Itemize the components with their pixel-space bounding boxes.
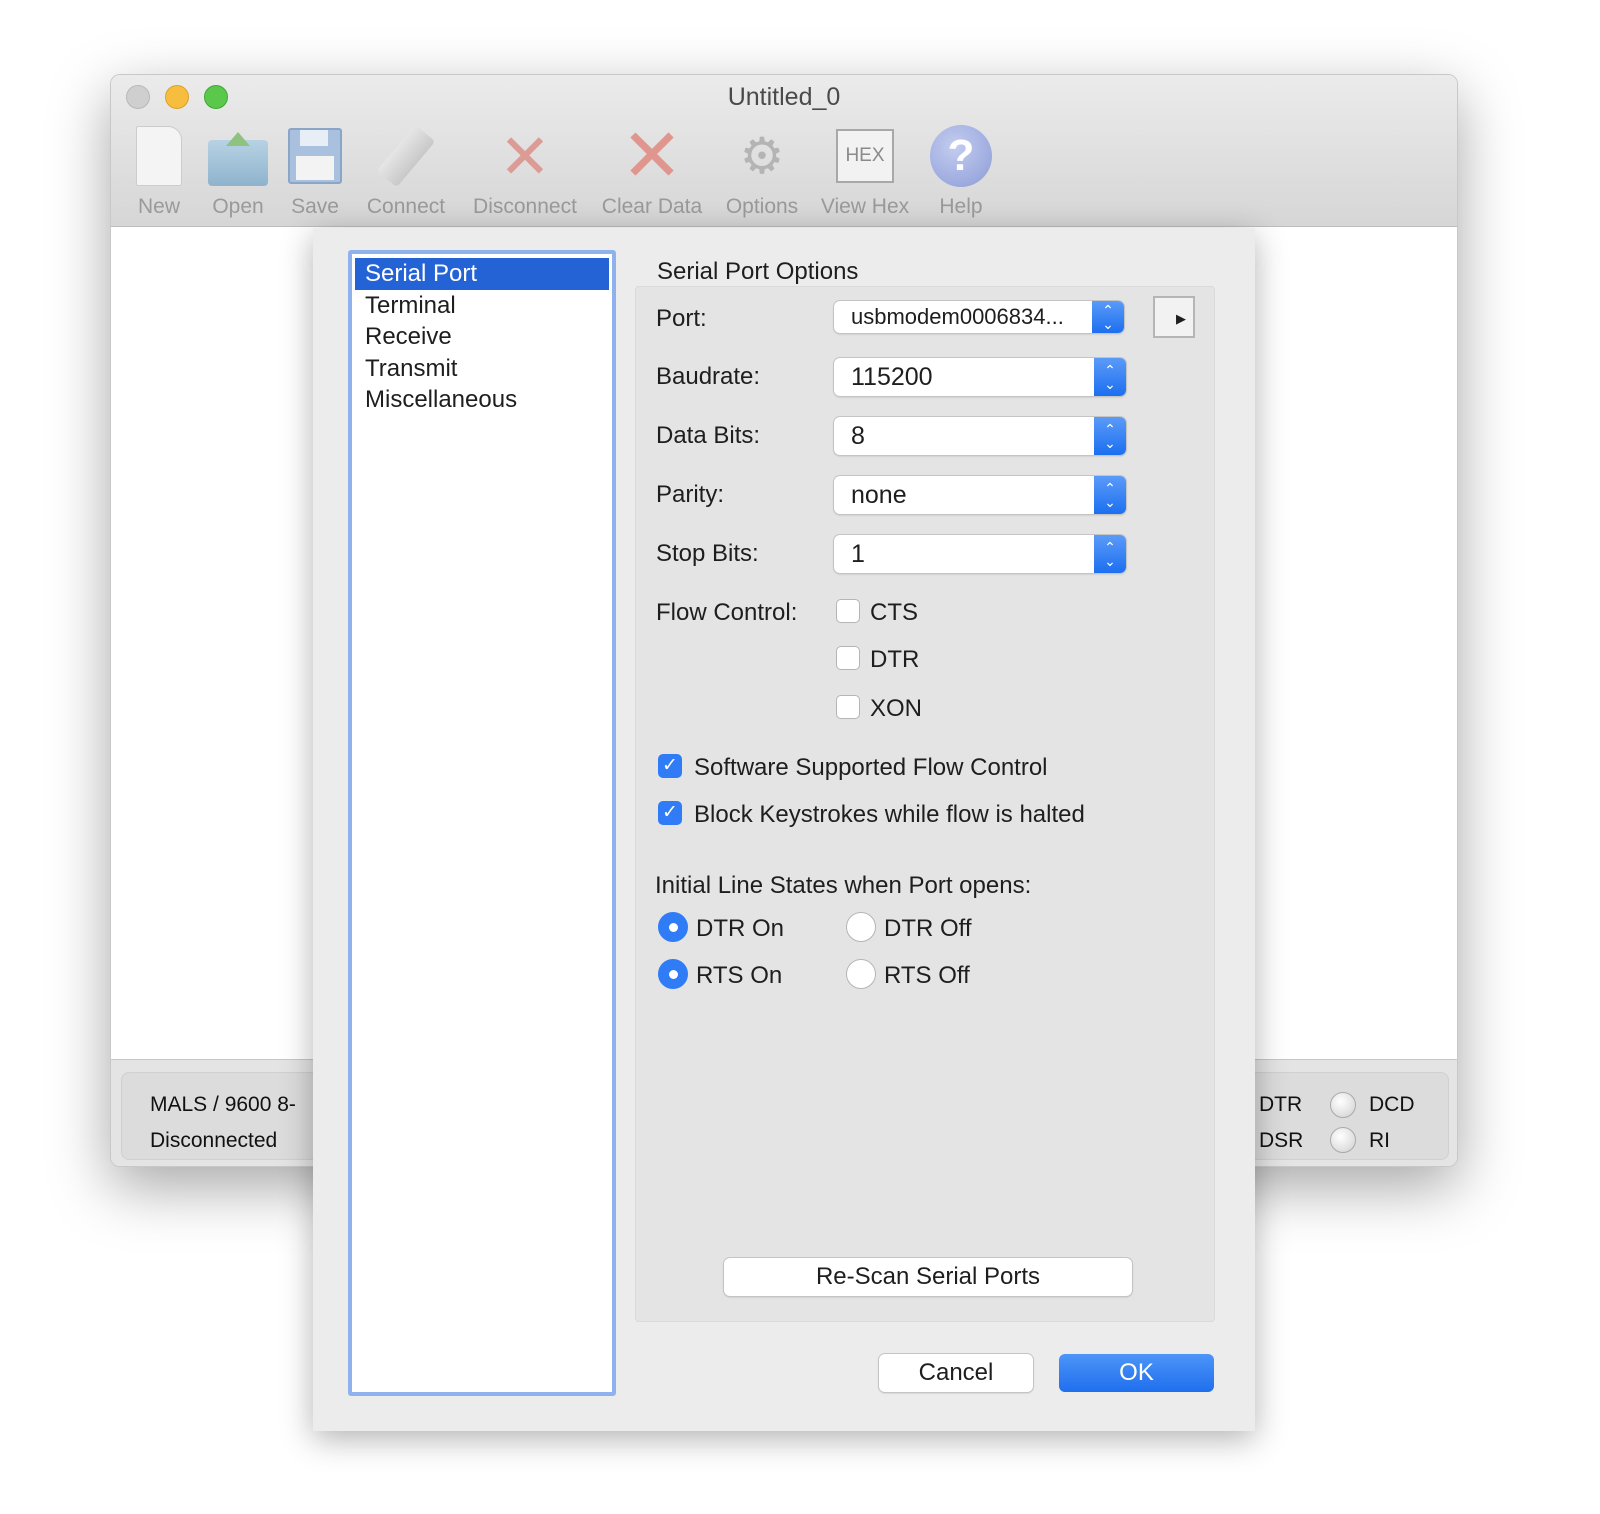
data-bits-value: 8 bbox=[851, 422, 865, 450]
select-stepper-icon: ⌃ ⌄ bbox=[1092, 301, 1124, 333]
ok-button[interactable]: OK bbox=[1059, 1354, 1214, 1392]
port-more-button[interactable]: ▶ bbox=[1153, 296, 1195, 338]
dcd-led-icon bbox=[1330, 1092, 1356, 1118]
category-receive[interactable]: Receive bbox=[355, 321, 609, 353]
baudrate-value: 115200 bbox=[851, 363, 933, 391]
toolbar-label: Open bbox=[212, 195, 264, 218]
dcd-indicator-label: DCD bbox=[1369, 1093, 1415, 1116]
usb-plug-icon bbox=[376, 124, 436, 188]
toolbar-label: Connect bbox=[366, 195, 446, 218]
toolbar-save-button[interactable]: Save bbox=[283, 123, 347, 219]
baudrate-select[interactable]: 115200 ⌃ ⌄ bbox=[834, 358, 1126, 396]
rescan-serial-ports-button[interactable]: Re-Scan Serial Ports bbox=[724, 1258, 1132, 1296]
block-keystrokes-checkbox[interactable]: ✓ bbox=[658, 801, 682, 825]
category-miscellaneous[interactable]: Miscellaneous bbox=[355, 384, 609, 416]
gears-icon: ⚙ bbox=[739, 128, 785, 184]
software-flow-checkbox[interactable]: ✓ bbox=[658, 754, 682, 778]
dtr-off-radio[interactable] bbox=[846, 912, 876, 942]
toolbar-connect-button[interactable]: Connect bbox=[361, 123, 451, 219]
line-states-label: Initial Line States when Port opens: bbox=[655, 872, 1032, 899]
dtr-on-radio[interactable] bbox=[658, 912, 688, 942]
xon-checkbox[interactable] bbox=[836, 695, 860, 719]
flow-control-label: Flow Control: bbox=[656, 599, 798, 626]
stop-bits-label: Stop Bits: bbox=[656, 540, 759, 567]
rts-on-radio[interactable] bbox=[658, 959, 688, 989]
dtr-on-label: DTR On bbox=[696, 915, 785, 942]
toolbar-view-hex-button[interactable]: HEX View Hex bbox=[817, 123, 913, 219]
port-select[interactable]: usbmodem0006834... ⌃ ⌄ bbox=[834, 301, 1124, 333]
usb-disconnect-icon: ✕ bbox=[499, 122, 551, 192]
toolbar-label: Options bbox=[725, 195, 799, 218]
toolbar: Untitled_0 New Open Save Connect ✕ Disco… bbox=[111, 75, 1457, 227]
dtr-indicator-label: DTR bbox=[1259, 1093, 1303, 1116]
toolbar-label: View Hex bbox=[820, 195, 910, 218]
dtr-off-label: DTR Off bbox=[884, 915, 972, 942]
category-transmit[interactable]: Transmit bbox=[355, 353, 609, 385]
red-x-icon: ✕ bbox=[620, 114, 683, 197]
toolbar-open-button[interactable]: Open bbox=[203, 123, 273, 219]
parity-value: none bbox=[851, 481, 907, 509]
serial-port-options-panel: Port: usbmodem0006834... ⌃ ⌄ ▶ Baudrate: 1… bbox=[635, 286, 1215, 1322]
select-stepper-icon: ⌃ ⌄ bbox=[1094, 417, 1126, 455]
rts-on-label: RTS On bbox=[696, 962, 783, 989]
dtr-checkbox[interactable] bbox=[836, 646, 860, 670]
ri-indicator-label: RI bbox=[1369, 1129, 1390, 1152]
toolbar-options-button[interactable]: ⚙ Options bbox=[719, 123, 805, 219]
cts-checkbox[interactable] bbox=[836, 599, 860, 623]
select-stepper-icon: ⌃ ⌄ bbox=[1094, 476, 1126, 514]
toolbar-disconnect-button[interactable]: ✕ Disconnect bbox=[465, 123, 585, 219]
stop-bits-select[interactable]: 1 ⌃ ⌄ bbox=[834, 535, 1126, 573]
category-list[interactable]: Serial Port Terminal Receive Transmit Mi… bbox=[348, 250, 616, 1396]
toolbar-label: Clear Data bbox=[601, 195, 703, 218]
cancel-button[interactable]: Cancel bbox=[879, 1354, 1033, 1392]
rts-off-label: RTS Off bbox=[884, 962, 970, 989]
hex-icon: HEX bbox=[836, 129, 894, 183]
xon-label: XON bbox=[870, 695, 923, 722]
options-dialog: Serial Port Terminal Receive Transmit Mi… bbox=[313, 228, 1255, 1431]
triangle-right-icon: ▶ bbox=[1176, 311, 1186, 326]
parity-label: Parity: bbox=[656, 481, 725, 508]
open-folder-icon bbox=[208, 132, 268, 186]
toolbar-clear-data-button[interactable]: ✕ Clear Data bbox=[597, 114, 707, 219]
toolbar-help-button[interactable]: ? Help bbox=[927, 123, 995, 219]
floppy-disk-icon bbox=[288, 128, 342, 184]
toolbar-label: Help bbox=[939, 195, 983, 218]
category-terminal[interactable]: Terminal bbox=[355, 290, 609, 322]
window-title: Untitled_0 bbox=[727, 83, 841, 111]
connection-settings-text: MALS / 9600 8- bbox=[150, 1093, 296, 1116]
parity-select[interactable]: none ⌃ ⌄ bbox=[834, 476, 1126, 514]
ri-led-icon bbox=[1330, 1127, 1356, 1153]
toolbar-label: Disconnect bbox=[473, 195, 577, 218]
port-label: Port: bbox=[656, 305, 707, 332]
cts-label: CTS bbox=[870, 599, 918, 626]
baudrate-label: Baudrate: bbox=[656, 363, 761, 390]
toolbar-label: Save bbox=[291, 195, 339, 218]
toolbar-label: New bbox=[137, 195, 180, 218]
section-title: Serial Port Options bbox=[657, 258, 859, 285]
select-stepper-icon: ⌃ ⌄ bbox=[1094, 535, 1126, 573]
stop-bits-value: 1 bbox=[851, 540, 865, 568]
select-stepper-icon: ⌃ ⌄ bbox=[1094, 358, 1126, 396]
data-bits-select[interactable]: 8 ⌃ ⌄ bbox=[834, 417, 1126, 455]
dsr-indicator-label: DSR bbox=[1259, 1129, 1304, 1152]
port-value: usbmodem0006834... bbox=[851, 304, 1064, 329]
new-document-icon bbox=[136, 126, 182, 186]
connection-status-text: Disconnected bbox=[150, 1129, 278, 1152]
help-icon: ? bbox=[930, 125, 992, 187]
block-keystrokes-label: Block Keystrokes while flow is halted bbox=[694, 801, 1085, 828]
toolbar-new-button[interactable]: New bbox=[129, 123, 189, 219]
data-bits-label: Data Bits: bbox=[656, 422, 761, 449]
category-serial-port[interactable]: Serial Port bbox=[355, 258, 609, 290]
rts-off-radio[interactable] bbox=[846, 959, 876, 989]
software-flow-label: Software Supported Flow Control bbox=[694, 754, 1048, 781]
dtr-label: DTR bbox=[870, 646, 920, 673]
